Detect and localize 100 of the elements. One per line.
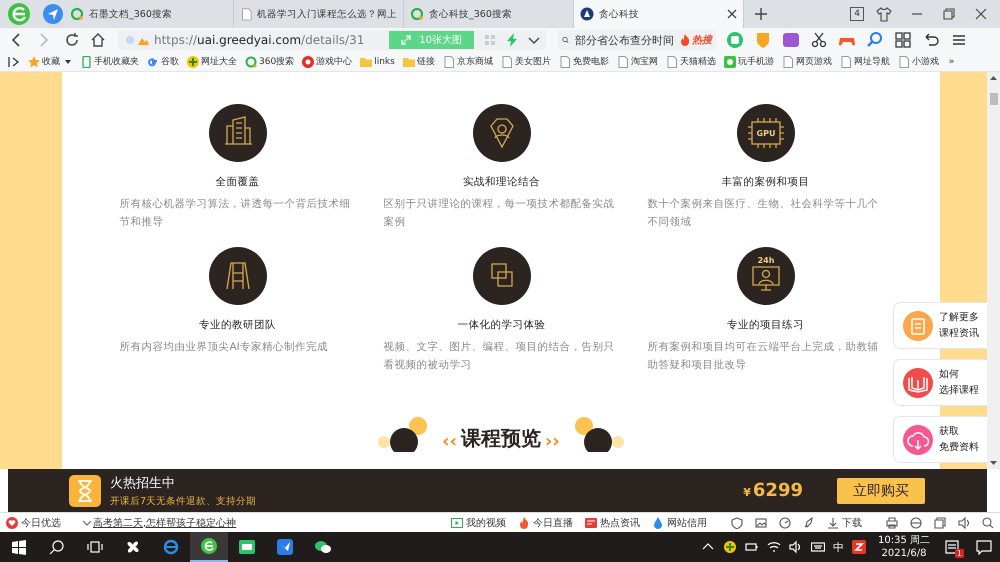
fan-icon[interactable] <box>125 539 141 555</box>
shirt-icon[interactable] <box>876 6 892 22</box>
feature-description: 所有核心机器学习算法，讲透每一个背后技术细节和推导 <box>120 197 352 230</box>
browser-logo-icon[interactable] <box>200 537 218 555</box>
action-center-icon[interactable] <box>976 539 992 555</box>
price: ¥6299 <box>743 480 803 501</box>
scrollbar[interactable] <box>987 72 1000 469</box>
icon-label: 24h <box>757 256 774 265</box>
navigation-icon[interactable] <box>42 3 64 25</box>
bookmark[interactable]: 天猫精选 <box>666 55 716 68</box>
status-item[interactable]: 网站信用 <box>652 516 707 530</box>
flame-icon <box>518 516 530 528</box>
bookmark[interactable]: 网址导航 <box>840 55 890 68</box>
bookmark[interactable]: 网址大全 <box>187 55 237 68</box>
site-security-icon <box>124 33 150 47</box>
page-icon <box>616 56 629 68</box>
chat-app-icon[interactable] <box>314 538 332 556</box>
bookmark[interactable]: 收藏 <box>28 55 60 68</box>
restore-icon[interactable] <box>942 7 956 21</box>
scroll-up-icon[interactable] <box>989 75 998 81</box>
input-app-icon[interactable] <box>852 540 866 554</box>
bird-app-icon[interactable] <box>276 538 294 556</box>
side-card[interactable]: 获取 免费资料 <box>893 416 987 463</box>
search-engine-icon <box>245 56 257 68</box>
folder-icon <box>360 56 372 68</box>
more-bookmarks-button[interactable]: » <box>948 56 954 66</box>
keyboard-icon[interactable] <box>811 540 825 554</box>
search-icon[interactable] <box>49 539 65 555</box>
feature-title: 一体化的学习体验 <box>458 318 546 332</box>
close-icon[interactable] <box>727 9 737 19</box>
address-field[interactable]: https://uai.greedyai.com/details/31 10张大图 <box>118 30 546 50</box>
bookmark[interactable]: 游戏中心 <box>302 55 352 68</box>
bookmark[interactable]: 玩手机游 <box>724 55 774 68</box>
wifi-icon[interactable] <box>767 540 781 554</box>
printer-icon[interactable] <box>886 516 898 528</box>
browser-tab[interactable]: 贪心科技 <box>574 0 744 28</box>
speaker-icon[interactable] <box>958 516 970 528</box>
shield-icon[interactable] <box>731 516 743 528</box>
heart-icon <box>6 516 18 528</box>
search-engine-icon <box>410 7 424 21</box>
tab-count[interactable]: 4 <box>850 7 864 21</box>
promo-title: 火热招生中 <box>110 474 176 492</box>
bookmark[interactable]: 小游戏 <box>898 55 939 68</box>
reload-icon[interactable] <box>64 32 80 48</box>
scissors-icon[interactable] <box>810 31 828 49</box>
feature-title: 丰富的案例和项目 <box>722 175 810 189</box>
play-icon <box>451 516 463 528</box>
new-tab-icon[interactable] <box>754 7 768 21</box>
drop-icon <box>652 516 664 528</box>
building-icon <box>224 116 252 145</box>
overlapping-squares-icon <box>490 263 512 287</box>
side-card[interactable]: 了解更多 课程资讯 <box>893 302 987 349</box>
bookmark[interactable]: 免费电影 <box>558 55 609 68</box>
bookmark[interactable]: 京东商城 <box>442 55 493 68</box>
bookmark[interactable]: 手机收藏夹 <box>80 55 139 68</box>
chip-icon <box>746 117 784 149</box>
status-item[interactable]: 今日直播 <box>518 516 573 530</box>
icon-label: GPU <box>756 129 775 138</box>
flame-icon <box>680 34 690 46</box>
speed-icon[interactable] <box>779 516 791 528</box>
task-view-icon[interactable] <box>87 539 103 555</box>
bookmark[interactable]: 淘宝网 <box>616 55 658 68</box>
search-icon[interactable] <box>982 516 994 528</box>
search-field[interactable]: 部分省公布查分时间 热搜 <box>558 30 716 50</box>
window-icon[interactable] <box>934 516 946 528</box>
download-button[interactable]: 下载 <box>827 516 862 530</box>
scroll-down-icon[interactable] <box>989 460 998 466</box>
clock[interactable]: 10:35 周二 2021/6/8 <box>878 534 930 560</box>
feature-title: 专业的教研团队 <box>199 318 276 332</box>
bookmark[interactable]: links <box>360 56 395 68</box>
speaker-icon[interactable] <box>789 540 803 554</box>
close-icon[interactable] <box>974 7 988 21</box>
caret-icon[interactable] <box>64 58 72 66</box>
apps-icon[interactable] <box>894 31 912 49</box>
input-method-indicator[interactable]: 中 <box>833 540 844 554</box>
bookmark[interactable]: 美女图片 <box>500 55 551 68</box>
notes-icon[interactable] <box>944 539 960 555</box>
bookmark[interactable]: 链接 <box>402 55 435 68</box>
search-engine-icon <box>70 7 84 21</box>
bookmark[interactable]: 谷歌 <box>147 55 179 68</box>
browser-icon[interactable] <box>910 516 922 528</box>
page-icon <box>442 56 455 68</box>
cloud-download-icon <box>903 424 933 454</box>
status-item[interactable]: 我的视频 <box>451 516 506 530</box>
bookmark[interactable]: 360搜索 <box>245 55 294 68</box>
status-item[interactable]: 今日优选 <box>6 516 61 530</box>
image-icon[interactable] <box>755 516 767 528</box>
sidebar-toggle-icon[interactable] <box>8 56 20 68</box>
phone-icon <box>80 56 92 68</box>
status-item[interactable]: 热点资讯 <box>585 516 640 530</box>
scroll-thumb[interactable] <box>990 93 998 105</box>
plus-icon[interactable] <box>723 540 737 554</box>
windows-logo-icon[interactable] <box>11 539 27 555</box>
feature-title: 专业的项目练习 <box>727 318 804 332</box>
ie-browser-icon[interactable] <box>163 539 179 555</box>
buy-button[interactable]: 立即购买 <box>837 478 925 504</box>
side-card[interactable]: 如何 选择课程 <box>893 359 987 406</box>
video-app-icon[interactable] <box>238 538 256 556</box>
home-icon[interactable] <box>90 32 106 48</box>
bookmark[interactable]: 网页游戏 <box>782 55 832 68</box>
